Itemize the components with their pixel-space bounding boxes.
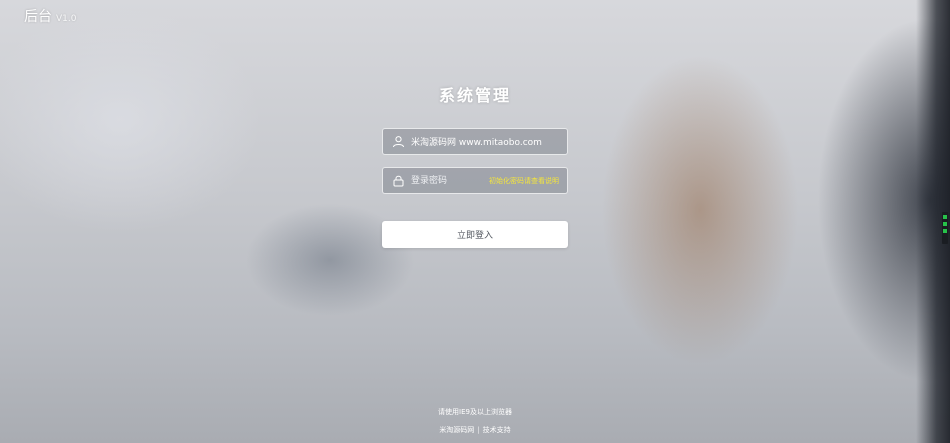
username-input[interactable]	[411, 129, 565, 154]
password-hint: 初始化密码请查看说明	[489, 177, 559, 185]
status-led	[943, 222, 947, 226]
status-led	[943, 215, 947, 219]
login-button[interactable]: 立即登入	[382, 221, 568, 248]
lock-icon	[393, 175, 404, 187]
footer-browser-note: 请使用IE9及以上浏览器	[438, 408, 512, 416]
login-form: 系统管理 初始化密码请查看说明 立即登入	[382, 82, 568, 248]
password-field[interactable]: 初始化密码请查看说明	[382, 167, 568, 194]
footer-links: 米淘源码网 | 技术支持	[0, 425, 950, 435]
footer-separator: |	[477, 426, 480, 434]
footer-link-site[interactable]: 米淘源码网	[439, 426, 474, 434]
brand-name: 后台	[24, 9, 52, 25]
username-field[interactable]	[382, 128, 568, 155]
footer-link-support[interactable]: 技术支持	[483, 426, 511, 434]
brand-version: V1.0	[56, 14, 77, 24]
login-page: 后台 V1.0 系统管理 初始化密码请查看说明 立即登入 请使用IE9及以上浏览器…	[0, 0, 950, 443]
page-title: 系统管理	[438, 86, 511, 105]
brand: 后台 V1.0	[24, 6, 76, 26]
user-icon	[393, 136, 404, 148]
status-led	[943, 229, 947, 233]
side-indicator	[942, 212, 948, 244]
